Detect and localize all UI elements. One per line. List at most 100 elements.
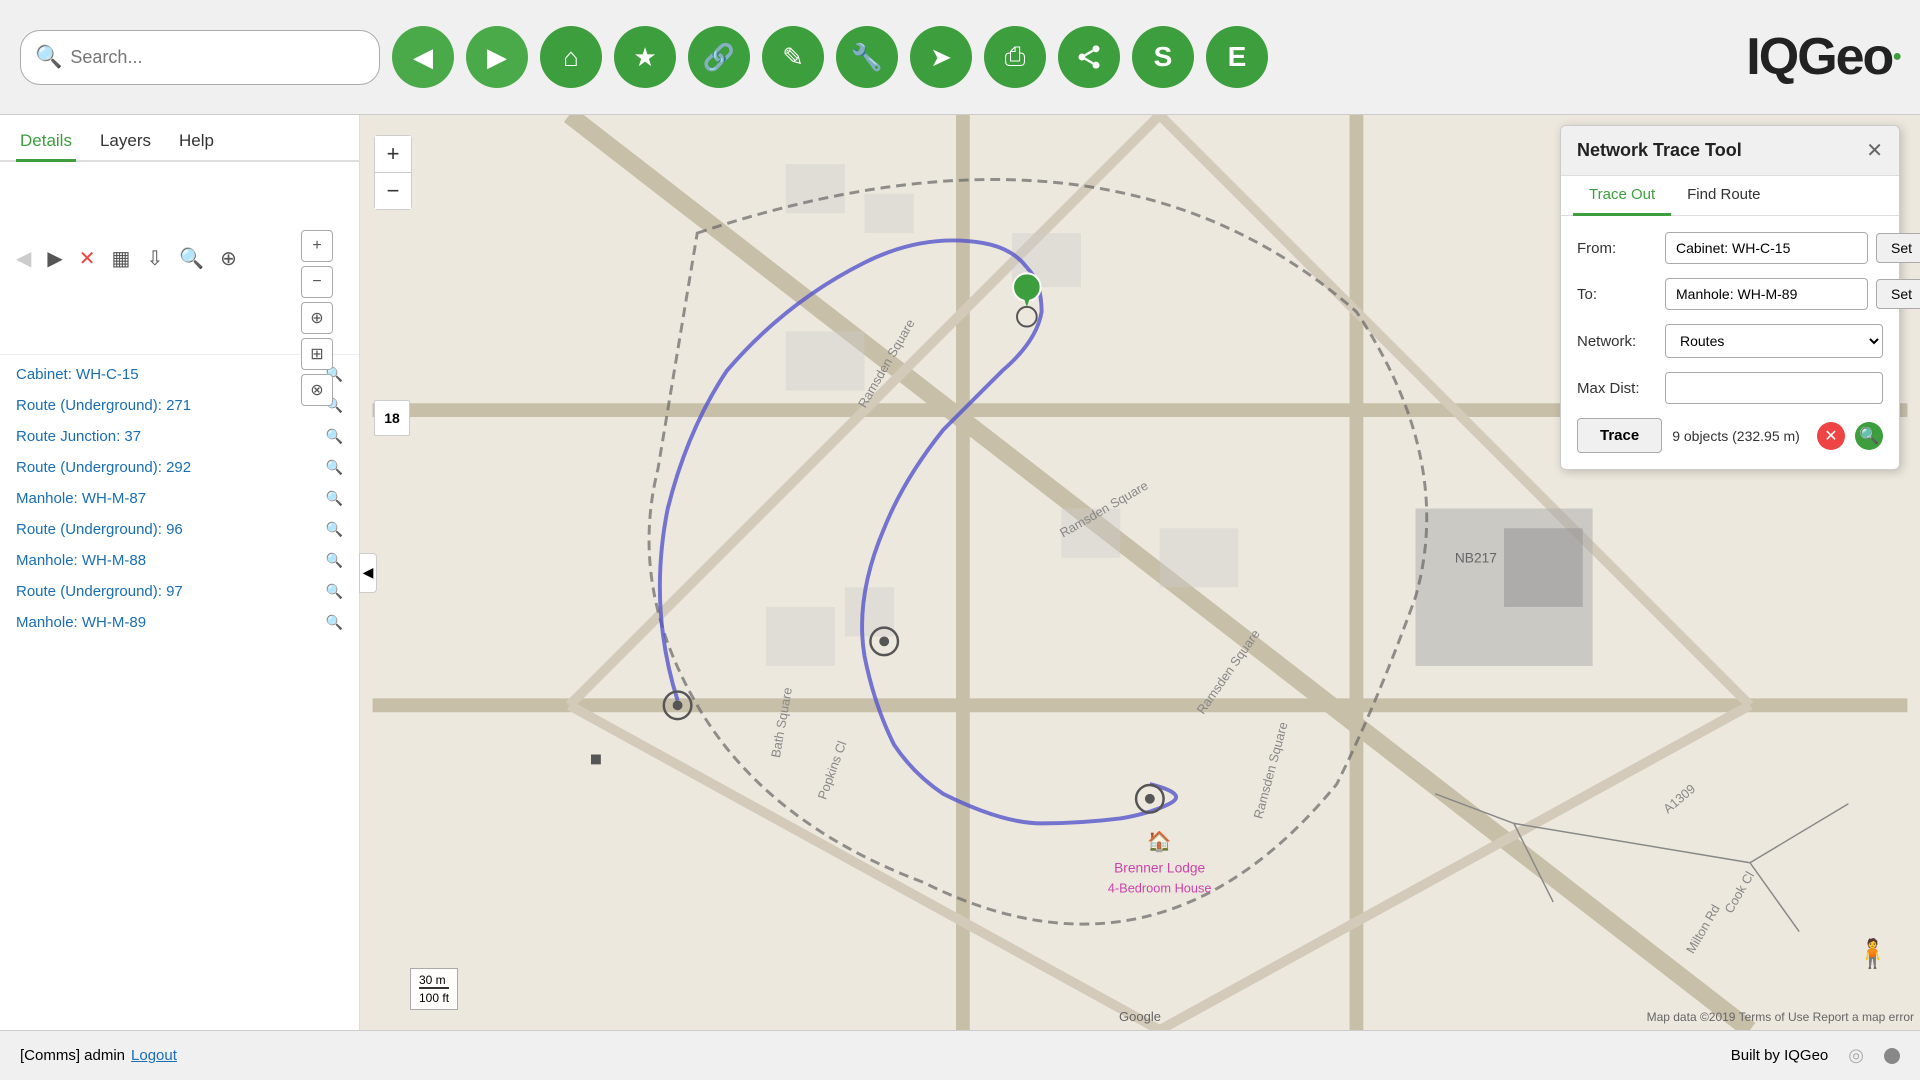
- trace-panel-header: Network Trace Tool ✕: [1561, 126, 1899, 176]
- side-zoom-fit[interactable]: ⊞: [301, 338, 333, 370]
- edit-button[interactable]: ✎: [762, 26, 824, 88]
- svg-text:Popkins Cl: Popkins Cl: [814, 739, 849, 802]
- location-button[interactable]: ➤: [910, 26, 972, 88]
- bottom-right: Built by IQGeo ◎: [1731, 1045, 1900, 1066]
- search-icon: 🔍: [35, 44, 62, 70]
- connectivity-indicator: ◎: [1848, 1045, 1864, 1066]
- list-item[interactable]: Route (Underground): 96 🔍: [0, 514, 359, 545]
- trace-result-text: 9 objects (232.95 m): [1672, 428, 1807, 444]
- user-info: [Comms] admin: [20, 1047, 125, 1064]
- trace-tab-findroute[interactable]: Find Route: [1671, 176, 1776, 216]
- list-item[interactable]: Route (Underground): 97 🔍: [0, 576, 359, 607]
- tab-help[interactable]: Help: [175, 123, 218, 162]
- trace-tabs: Trace Out Find Route: [1561, 176, 1899, 216]
- panel-clear-button[interactable]: ✕: [75, 242, 100, 275]
- svg-text:A1309: A1309: [1660, 781, 1698, 816]
- zoom-level: 18: [374, 400, 410, 436]
- trace-body: From: Set To: Set Network: Routes Cables…: [1561, 216, 1899, 469]
- e-button[interactable]: E: [1206, 26, 1268, 88]
- left-panel: Details Layers Help ◀ ▶ ✕ ▦ ⇩ 🔍 ⊕ + − ⊕ …: [0, 115, 360, 1030]
- list-item[interactable]: Manhole: WH-M-88 🔍: [0, 545, 359, 576]
- trace-to-set-button[interactable]: Set: [1876, 279, 1920, 309]
- zoom-controls: + −: [374, 135, 412, 210]
- svg-text:4-Bedroom House: 4-Bedroom House: [1108, 880, 1212, 895]
- zoom-icon: 🔍: [326, 614, 343, 631]
- pegman[interactable]: 🧍: [1855, 937, 1890, 970]
- list-item[interactable]: Route (Underground): 292 🔍: [0, 452, 359, 483]
- s-button[interactable]: S: [1132, 26, 1194, 88]
- zoom-in-button[interactable]: +: [375, 136, 411, 172]
- svg-text:Bath Square: Bath Square: [768, 686, 795, 759]
- panel-table-button[interactable]: ▦: [108, 242, 135, 275]
- trace-result-zoom-button[interactable]: 🔍: [1855, 422, 1883, 450]
- svg-text:🏠: 🏠: [1147, 830, 1171, 853]
- zoom-icon: 🔍: [326, 428, 343, 445]
- google-attribution: Google: [1119, 1009, 1161, 1024]
- panel-back-button[interactable]: ◀: [12, 242, 35, 275]
- trace-result-clear-button[interactable]: ✕: [1817, 422, 1845, 450]
- panel-tree-button[interactable]: ⊕: [216, 242, 241, 275]
- panel-zoom-button[interactable]: 🔍: [175, 242, 208, 275]
- home-button[interactable]: ⌂: [540, 26, 602, 88]
- list-item[interactable]: Route Junction: 37 🔍: [0, 421, 359, 452]
- side-zoom-in[interactable]: +: [301, 230, 333, 262]
- results-list: Cabinet: WH-C-15 🔍 Route (Underground): …: [0, 355, 359, 1030]
- svg-text:Brenner Lodge: Brenner Lodge: [1114, 861, 1205, 876]
- panel-forward-button[interactable]: ▶: [43, 242, 66, 275]
- svg-text:NB217: NB217: [1455, 551, 1497, 566]
- print-button[interactable]: ⎙: [984, 26, 1046, 88]
- tab-layers[interactable]: Layers: [96, 123, 155, 162]
- side-zoom-extent[interactable]: ⊕: [301, 302, 333, 334]
- back-button[interactable]: ◀: [392, 26, 454, 88]
- share-button[interactable]: [1058, 26, 1120, 88]
- svg-text:Ramsden Square: Ramsden Square: [1250, 720, 1290, 820]
- collapse-panel-button[interactable]: ◀: [359, 553, 377, 593]
- list-item[interactable]: Manhole: WH-M-87 🔍: [0, 483, 359, 514]
- search-input[interactable]: [70, 47, 365, 68]
- panel-download-button[interactable]: ⇩: [142, 242, 167, 275]
- trace-panel: Network Trace Tool ✕ Trace Out Find Rout…: [1560, 125, 1900, 470]
- side-zoom-all[interactable]: ⊗: [301, 374, 333, 406]
- list-item[interactable]: Manhole: WH-M-89 🔍: [0, 607, 359, 638]
- trace-maxdist-label: Max Dist:: [1577, 380, 1657, 397]
- trace-actions: Trace 9 objects (232.95 m) ✕ 🔍: [1577, 418, 1883, 453]
- svg-text:Cook Cl: Cook Cl: [1721, 869, 1757, 916]
- trace-from-input[interactable]: [1665, 232, 1868, 264]
- bottom-left: [Comms] admin Logout: [20, 1047, 177, 1064]
- trace-from-label: From:: [1577, 240, 1657, 257]
- side-zoom-out[interactable]: −: [301, 266, 333, 298]
- panel-tabs: Details Layers Help: [0, 115, 359, 162]
- bottom-bar: [Comms] admin Logout Built by IQGeo ◎: [0, 1030, 1920, 1080]
- trace-to-input[interactable]: [1665, 278, 1868, 310]
- zoom-icon: 🔍: [326, 521, 343, 538]
- svg-text:Milton Rd: Milton Rd: [1683, 902, 1723, 956]
- trace-network-select[interactable]: Routes Cables Ducts: [1665, 324, 1883, 358]
- panel-toolbar: ◀ ▶ ✕ ▦ ⇩ 🔍 ⊕ + − ⊕ ⊞ ⊗: [0, 162, 359, 355]
- trace-to-row: To: Set: [1577, 278, 1883, 310]
- zoom-icon: 🔍: [326, 459, 343, 476]
- trace-close-button[interactable]: ✕: [1866, 138, 1883, 163]
- trace-network-row: Network: Routes Cables Ducts: [1577, 324, 1883, 358]
- search-box: 🔍: [20, 30, 380, 85]
- link-button[interactable]: 🔗: [688, 26, 750, 88]
- built-by: Built by IQGeo: [1731, 1047, 1829, 1064]
- forward-button[interactable]: ▶: [466, 26, 528, 88]
- trace-maxdist-row: Max Dist:: [1577, 372, 1883, 404]
- bookmarks-button[interactable]: ★: [614, 26, 676, 88]
- zoom-icon: 🔍: [326, 490, 343, 507]
- trace-button[interactable]: Trace: [1577, 418, 1662, 453]
- trace-maxdist-input[interactable]: [1665, 372, 1883, 404]
- trace-from-set-button[interactable]: Set: [1876, 233, 1920, 263]
- map-copyright: Map data ©2019 Terms of Use Report a map…: [1647, 1010, 1914, 1024]
- map-scale: 30 m 100 ft: [410, 968, 458, 1010]
- side-zoom-controls: + − ⊕ ⊞ ⊗: [301, 230, 333, 406]
- map-container[interactable]: Ramsden Square Ramsden Square Ramsden Sq…: [360, 115, 1920, 1030]
- trace-panel-title: Network Trace Tool: [1577, 140, 1742, 161]
- topbar: 🔍 ◀ ▶ ⌂ ★ 🔗 ✎ 🔧 ➤ ⎙ S E IQGeo●: [0, 0, 1920, 115]
- tab-details[interactable]: Details: [16, 123, 76, 162]
- tools-button[interactable]: 🔧: [836, 26, 898, 88]
- logout-link[interactable]: Logout: [131, 1047, 177, 1064]
- zoom-icon: 🔍: [326, 552, 343, 569]
- trace-tab-traceout[interactable]: Trace Out: [1573, 176, 1671, 216]
- zoom-out-button[interactable]: −: [375, 173, 411, 209]
